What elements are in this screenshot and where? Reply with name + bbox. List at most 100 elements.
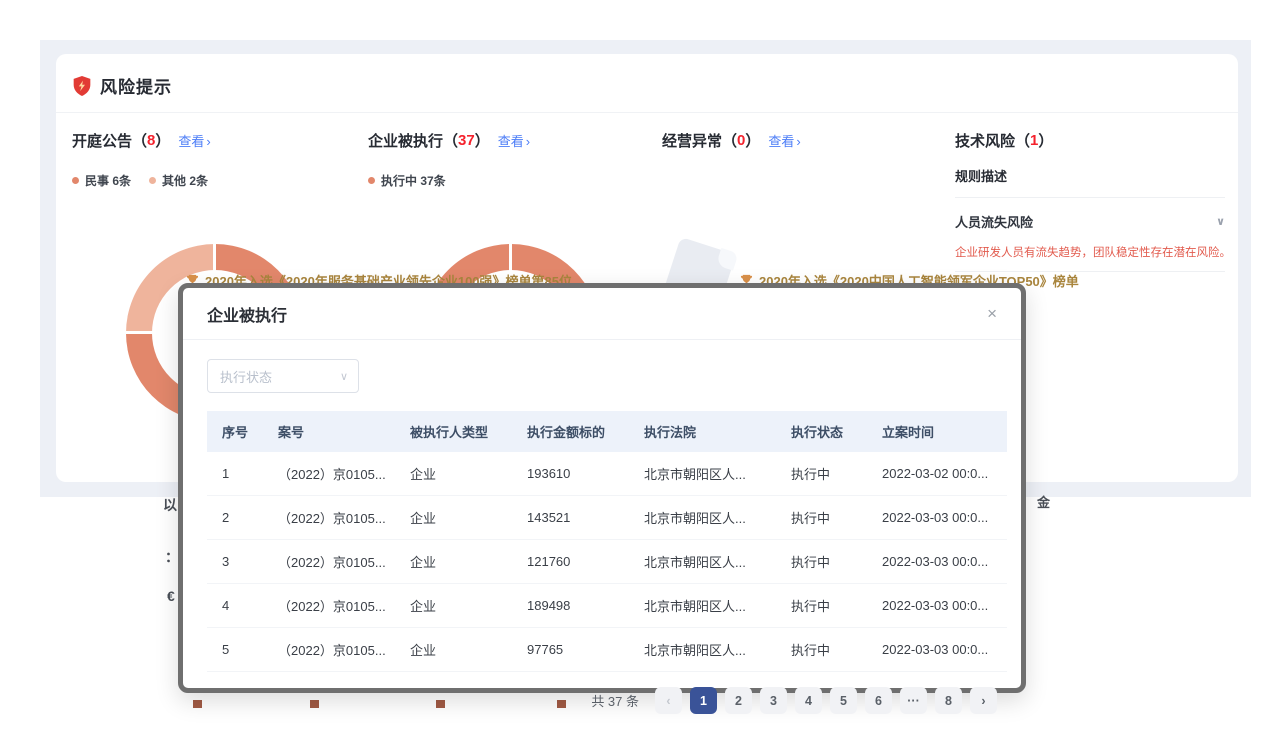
- donut-segment-gap: [126, 331, 153, 334]
- cell-case-no: （2022）京0105...: [263, 540, 395, 584]
- paren-open: （: [443, 130, 458, 151]
- cell-amount: 97765: [512, 628, 629, 672]
- legend-executed: 执行中 37条: [368, 172, 648, 189]
- cell-status: 执行中: [776, 584, 867, 628]
- divider: [955, 197, 1225, 198]
- risk-panel-header: 风险提示: [72, 73, 172, 98]
- section-business-abnormal-title: 经营异常（0） 查看›: [662, 130, 932, 151]
- execution-records-table: 序号 案号 被执行人类型 执行金额标的 执行法院 执行状态 立案时间 1（202…: [207, 411, 1007, 672]
- section-court-announcement: 开庭公告（8） 查看› 民事 6条 其他 2条: [72, 130, 352, 189]
- select-placeholder: 执行状态: [220, 367, 272, 386]
- cell-case-no: （2022）京0105...: [263, 496, 395, 540]
- arrow-right-icon: ›: [796, 134, 800, 149]
- section-title: 企业被执行: [368, 130, 443, 151]
- cell-date: 2022-03-03 00:0...: [867, 496, 1007, 540]
- view-link-court[interactable]: 查看›: [178, 131, 210, 150]
- section-title: 经营异常: [662, 130, 722, 151]
- pagination-page-3[interactable]: 3: [760, 687, 787, 714]
- cell-status: 执行中: [776, 496, 867, 540]
- cell-case-no: （2022）京0105...: [263, 628, 395, 672]
- section-title: 技术风险: [955, 130, 1015, 151]
- chevron-down-icon: ∨: [340, 370, 348, 383]
- occluded-text-fragment: €: [167, 588, 175, 604]
- close-icon[interactable]: ×: [987, 305, 997, 322]
- pagination-page-5[interactable]: 5: [830, 687, 857, 714]
- risk-item-collapsible[interactable]: 人员流失风险 ∨: [955, 212, 1225, 231]
- cell-court: 北京市朝阳区人...: [629, 452, 776, 496]
- cell-date: 2022-03-02 00:0...: [867, 452, 1007, 496]
- legend-label: 其他 2条: [162, 172, 208, 189]
- donut-segment-gap: [213, 244, 216, 271]
- view-label: 查看: [768, 134, 794, 149]
- execution-status-select[interactable]: 执行状态 ∨: [207, 359, 359, 393]
- section-enterprise-executed: 企业被执行（37） 查看› 执行中 37条: [368, 130, 648, 189]
- rule-description-label: 规则描述: [955, 166, 1225, 185]
- table-row: 5（2022）京0105...企业97765北京市朝阳区人...执行中2022-…: [207, 628, 1007, 672]
- paren-close: ）: [1038, 130, 1053, 151]
- view-link-abnormal[interactable]: 查看›: [768, 131, 800, 150]
- pagination-total: 共 37 条: [591, 691, 639, 710]
- modal-body: 执行状态 ∨ 序号 案号 被执行人类型 执行金额标的 执行法院 执行状态 立案时…: [183, 340, 1021, 714]
- view-label: 查看: [178, 134, 204, 149]
- cell-court: 北京市朝阳区人...: [629, 584, 776, 628]
- paren-close: ）: [155, 130, 170, 151]
- view-link-executed[interactable]: 查看›: [498, 131, 530, 150]
- cell-date: 2022-03-03 00:0...: [867, 584, 1007, 628]
- cell-type: 企业: [395, 540, 512, 584]
- col-header-case-no: 案号: [263, 411, 395, 452]
- enterprise-executed-modal: 企业被执行 × 执行状态 ∨ 序号 案号 被执行人类型 执行金额标的 执行法院 …: [178, 283, 1026, 693]
- cell-type: 企业: [395, 584, 512, 628]
- cell-type: 企业: [395, 628, 512, 672]
- paren-open: （: [132, 130, 147, 151]
- cell-type: 企业: [395, 496, 512, 540]
- legend-item: 民事 6条: [72, 172, 131, 189]
- pagination-next-button[interactable]: ›: [970, 687, 997, 714]
- legend-item: 其他 2条: [149, 172, 208, 189]
- pagination-ellipsis[interactable]: ···: [900, 687, 927, 714]
- pagination-page-4[interactable]: 4: [795, 687, 822, 714]
- cell-case-no: （2022）京0105...: [263, 452, 395, 496]
- pagination-page-2[interactable]: 2: [725, 687, 752, 714]
- cell-amount: 189498: [512, 584, 629, 628]
- arrow-right-icon: ›: [526, 134, 530, 149]
- cell-index: 2: [207, 496, 263, 540]
- section-count: 0: [737, 132, 745, 149]
- occluded-text-fragment: ：: [165, 547, 179, 567]
- cell-status: 执行中: [776, 452, 867, 496]
- col-header-executed-type: 被执行人类型: [395, 411, 512, 452]
- donut-segment-gap: [509, 244, 512, 271]
- table-header-row: 序号 案号 被执行人类型 执行金额标的 执行法院 执行状态 立案时间: [207, 411, 1007, 452]
- cell-date: 2022-03-03 00:0...: [867, 628, 1007, 672]
- col-header-court: 执行法院: [629, 411, 776, 452]
- section-court-announcement-title: 开庭公告（8） 查看›: [72, 130, 352, 151]
- pagination-prev-button[interactable]: ‹: [655, 687, 682, 714]
- cell-court: 北京市朝阳区人...: [629, 540, 776, 584]
- section-business-abnormal: 经营异常（0） 查看›: [662, 130, 932, 151]
- cell-status: 执行中: [776, 540, 867, 584]
- modal-header: 企业被执行 ×: [183, 288, 1021, 340]
- section-count: 1: [1030, 132, 1038, 149]
- cell-case-no: （2022）京0105...: [263, 584, 395, 628]
- arrow-right-icon: ›: [206, 134, 210, 149]
- table-row: 4（2022）京0105...企业189498北京市朝阳区人...执行中2022…: [207, 584, 1007, 628]
- cell-type: 企业: [395, 452, 512, 496]
- col-header-status: 执行状态: [776, 411, 867, 452]
- pagination: 共 37 条 ‹ 1 2 3 4 5 6 ··· 8 ›: [207, 687, 997, 714]
- section-count: 37: [458, 132, 475, 149]
- legend-item: 执行中 37条: [368, 172, 446, 189]
- cell-status: 执行中: [776, 628, 867, 672]
- table-row: 1（2022）京0105...企业193610北京市朝阳区人...执行中2022…: [207, 452, 1007, 496]
- pagination-page-8[interactable]: 8: [935, 687, 962, 714]
- col-header-index: 序号: [207, 411, 263, 452]
- page-title: 风险提示: [100, 73, 172, 98]
- legend-label: 执行中 37条: [381, 172, 446, 189]
- legend-dot-executing: [368, 177, 375, 184]
- chevron-down-icon: ∨: [1216, 215, 1225, 228]
- risk-item-description: 企业研发人员有流失趋势，团队稳定性存在潜在风险。: [955, 244, 1225, 260]
- section-enterprise-executed-title: 企业被执行（37） 查看›: [368, 130, 648, 151]
- paren-open: （: [1015, 130, 1030, 151]
- header-divider: [56, 112, 1238, 113]
- section-tech-risk: 技术风险（1） 规则描述 人员流失风险 ∨ 企业研发人员有流失趋势，团队稳定性存…: [955, 130, 1225, 272]
- pagination-page-1[interactable]: 1: [690, 687, 717, 714]
- pagination-page-6[interactable]: 6: [865, 687, 892, 714]
